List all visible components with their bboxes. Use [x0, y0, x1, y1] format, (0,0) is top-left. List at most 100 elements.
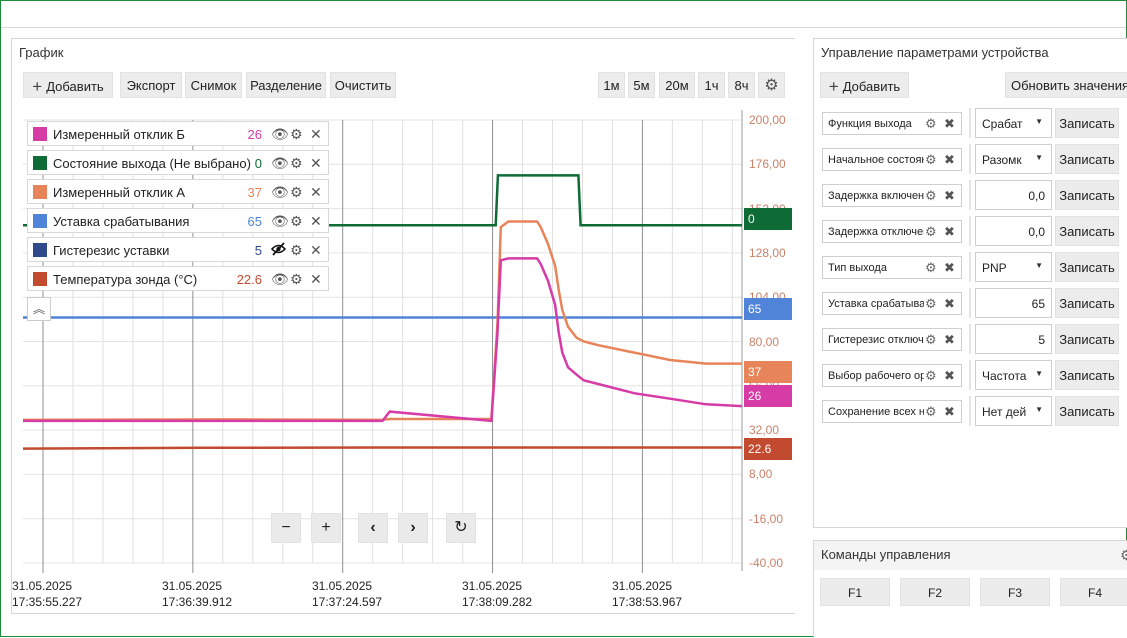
close-icon[interactable]: ✖ — [944, 296, 955, 312]
write-button[interactable]: Записать — [1055, 180, 1119, 210]
write-button[interactable]: Записать — [1055, 396, 1119, 426]
close-icon[interactable]: ✖ — [944, 188, 955, 204]
close-icon[interactable]: ✖ — [944, 404, 955, 420]
close-icon[interactable]: ✖ — [944, 332, 955, 348]
eye-icon[interactable]: 👁 — [271, 126, 289, 142]
gear-icon[interactable]: ⚙ — [925, 260, 937, 276]
x-tick-date: 31.05.2025 — [312, 579, 373, 593]
write-button[interactable]: Записать — [1055, 216, 1119, 246]
param-label-chip: Гистерезис отключения⚙ ✖ — [822, 328, 962, 351]
close-icon[interactable]: ✖ — [944, 368, 955, 384]
close-icon[interactable]: ✖ — [944, 260, 955, 276]
close-icon[interactable]: ✖ — [944, 224, 955, 240]
legend-item[interactable]: Измеренный отклик А 37 👁 ⚙ ✕ — [27, 179, 329, 204]
gear-icon[interactable]: ⚙ — [290, 184, 303, 200]
gear-icon[interactable]: ⚙ — [925, 188, 937, 204]
gear-icon[interactable]: ⚙ — [290, 242, 303, 258]
legend-label: Температура зонда (°C) — [53, 272, 198, 287]
param-label: Функция выхода — [828, 118, 912, 130]
zoom-in-button[interactable]: + — [311, 513, 341, 543]
close-icon[interactable]: ✕ — [310, 126, 322, 142]
param-label-chip: Задержка отключения⚙ ✖ — [822, 220, 962, 243]
caret-down-icon: ▼ — [1035, 369, 1043, 378]
param-number-input[interactable]: 5 — [975, 324, 1052, 354]
legend-item[interactable]: Состояние выхода (Не выбрано) 0 👁 ⚙ ✕ — [27, 150, 329, 175]
param-value: 0,0 — [1028, 225, 1045, 239]
legend-item[interactable]: Гистерезис уставки 5 ⚙ ✕ — [27, 237, 329, 262]
legend-label: Состояние выхода (Не выбрано) — [53, 156, 251, 171]
x-tick-label: 31.05.2025 17:35:55.227 — [12, 578, 82, 610]
close-icon[interactable]: ✖ — [944, 152, 955, 168]
param-label-chip: Функция выхода ⚙ ✖ — [822, 112, 962, 135]
write-button[interactable]: Записать — [1055, 108, 1119, 138]
close-icon[interactable]: ✕ — [310, 271, 322, 287]
write-button[interactable]: Записать — [1055, 252, 1119, 282]
x-tick-time: 17:36:39.912 — [162, 595, 233, 609]
plus-icon: + — [828, 77, 839, 96]
gear-icon[interactable]: ⚙ — [1120, 547, 1127, 564]
x-tick-date: 31.05.2025 — [612, 579, 673, 593]
legend-item[interactable]: Измеренный отклик Б 26 👁 ⚙ ✕ — [27, 121, 329, 146]
x-tick-time: 17:38:09.282 — [462, 595, 533, 609]
param-label-chip: Сохранение всех настроек⚙ ✖ — [822, 400, 962, 423]
close-icon[interactable]: ✕ — [310, 242, 322, 258]
legend-label: Гистерезис уставки — [53, 243, 170, 258]
pan-left-button[interactable]: ‹ — [358, 513, 388, 543]
gear-icon[interactable]: ⚙ — [290, 155, 303, 171]
param-select[interactable]: Срабат ▼ — [975, 108, 1052, 138]
f2-button[interactable]: F2 — [900, 578, 970, 606]
param-select[interactable]: Частота ▼ — [975, 360, 1052, 390]
f1-button[interactable]: F1 — [820, 578, 890, 606]
param-number-input[interactable]: 0,0 — [975, 216, 1052, 246]
param-label: Сохранение всех настроек — [828, 406, 924, 418]
collapse-legend-button[interactable]: ︽ — [27, 297, 51, 321]
row-separator — [969, 288, 971, 318]
gear-icon[interactable]: ⚙ — [925, 332, 937, 348]
row-separator — [969, 180, 971, 210]
reset-view-button[interactable]: ↻ — [446, 513, 476, 543]
param-select[interactable]: Разомк ▼ — [975, 144, 1052, 174]
write-button[interactable]: Записать — [1055, 288, 1119, 318]
refresh-values-button[interactable]: Обновить значения — [1005, 72, 1127, 98]
refresh-icon: ↻ — [454, 519, 468, 536]
legend-swatch — [33, 214, 47, 228]
param-select[interactable]: PNP ▼ — [975, 252, 1052, 282]
f3-button[interactable]: F3 — [980, 578, 1050, 606]
write-button[interactable]: Записать — [1055, 144, 1119, 174]
gear-icon[interactable]: ⚙ — [290, 213, 303, 229]
gear-icon[interactable]: ⚙ — [290, 126, 303, 142]
f4-button[interactable]: F4 — [1060, 578, 1127, 606]
param-select[interactable]: Нет дей ▼ — [975, 396, 1052, 426]
zoom-out-button[interactable]: − — [271, 513, 301, 543]
eye-icon[interactable]: 👁 — [271, 184, 289, 200]
add-param-button[interactable]: + Добавить — [820, 72, 909, 98]
pan-right-button[interactable]: › — [398, 513, 428, 543]
gear-icon[interactable]: ⚙ — [925, 224, 937, 240]
gear-icon[interactable]: ⚙ — [925, 368, 937, 384]
gear-icon[interactable]: ⚙ — [925, 152, 937, 168]
eye-icon[interactable]: 👁 — [271, 155, 289, 171]
legend-value: 37 — [247, 185, 262, 200]
legend-swatch — [33, 127, 47, 141]
gear-icon[interactable]: ⚙ — [925, 296, 937, 312]
params-panel-title: Управление параметрами устройства — [821, 45, 1049, 60]
param-number-input[interactable]: 65 — [975, 288, 1052, 318]
write-button[interactable]: Записать — [1055, 324, 1119, 354]
gear-icon[interactable]: ⚙ — [925, 116, 937, 132]
legend-item[interactable]: Уставка срабатывания 65 👁 ⚙ ✕ — [27, 208, 329, 233]
legend-item[interactable]: Температура зонда (°C) 22.6 👁 ⚙ ✕ — [27, 266, 329, 291]
param-number-input[interactable]: 0,0 — [975, 180, 1052, 210]
param-value: 0,0 — [1028, 189, 1045, 203]
close-icon[interactable]: ✕ — [310, 155, 322, 171]
close-icon[interactable]: ✖ — [944, 116, 955, 132]
close-icon[interactable]: ✕ — [310, 213, 322, 229]
write-button[interactable]: Записать — [1055, 360, 1119, 390]
eye-icon[interactable]: 👁 — [271, 271, 289, 287]
x-tick-label: 31.05.2025 17:36:39.912 — [162, 578, 232, 610]
eye-icon[interactable]: 👁 — [271, 213, 289, 229]
eye-off-icon[interactable] — [270, 242, 287, 259]
close-icon[interactable]: ✕ — [310, 184, 322, 200]
gear-icon[interactable]: ⚙ — [290, 271, 303, 287]
legend-value: 26 — [247, 127, 262, 142]
gear-icon[interactable]: ⚙ — [925, 404, 937, 420]
